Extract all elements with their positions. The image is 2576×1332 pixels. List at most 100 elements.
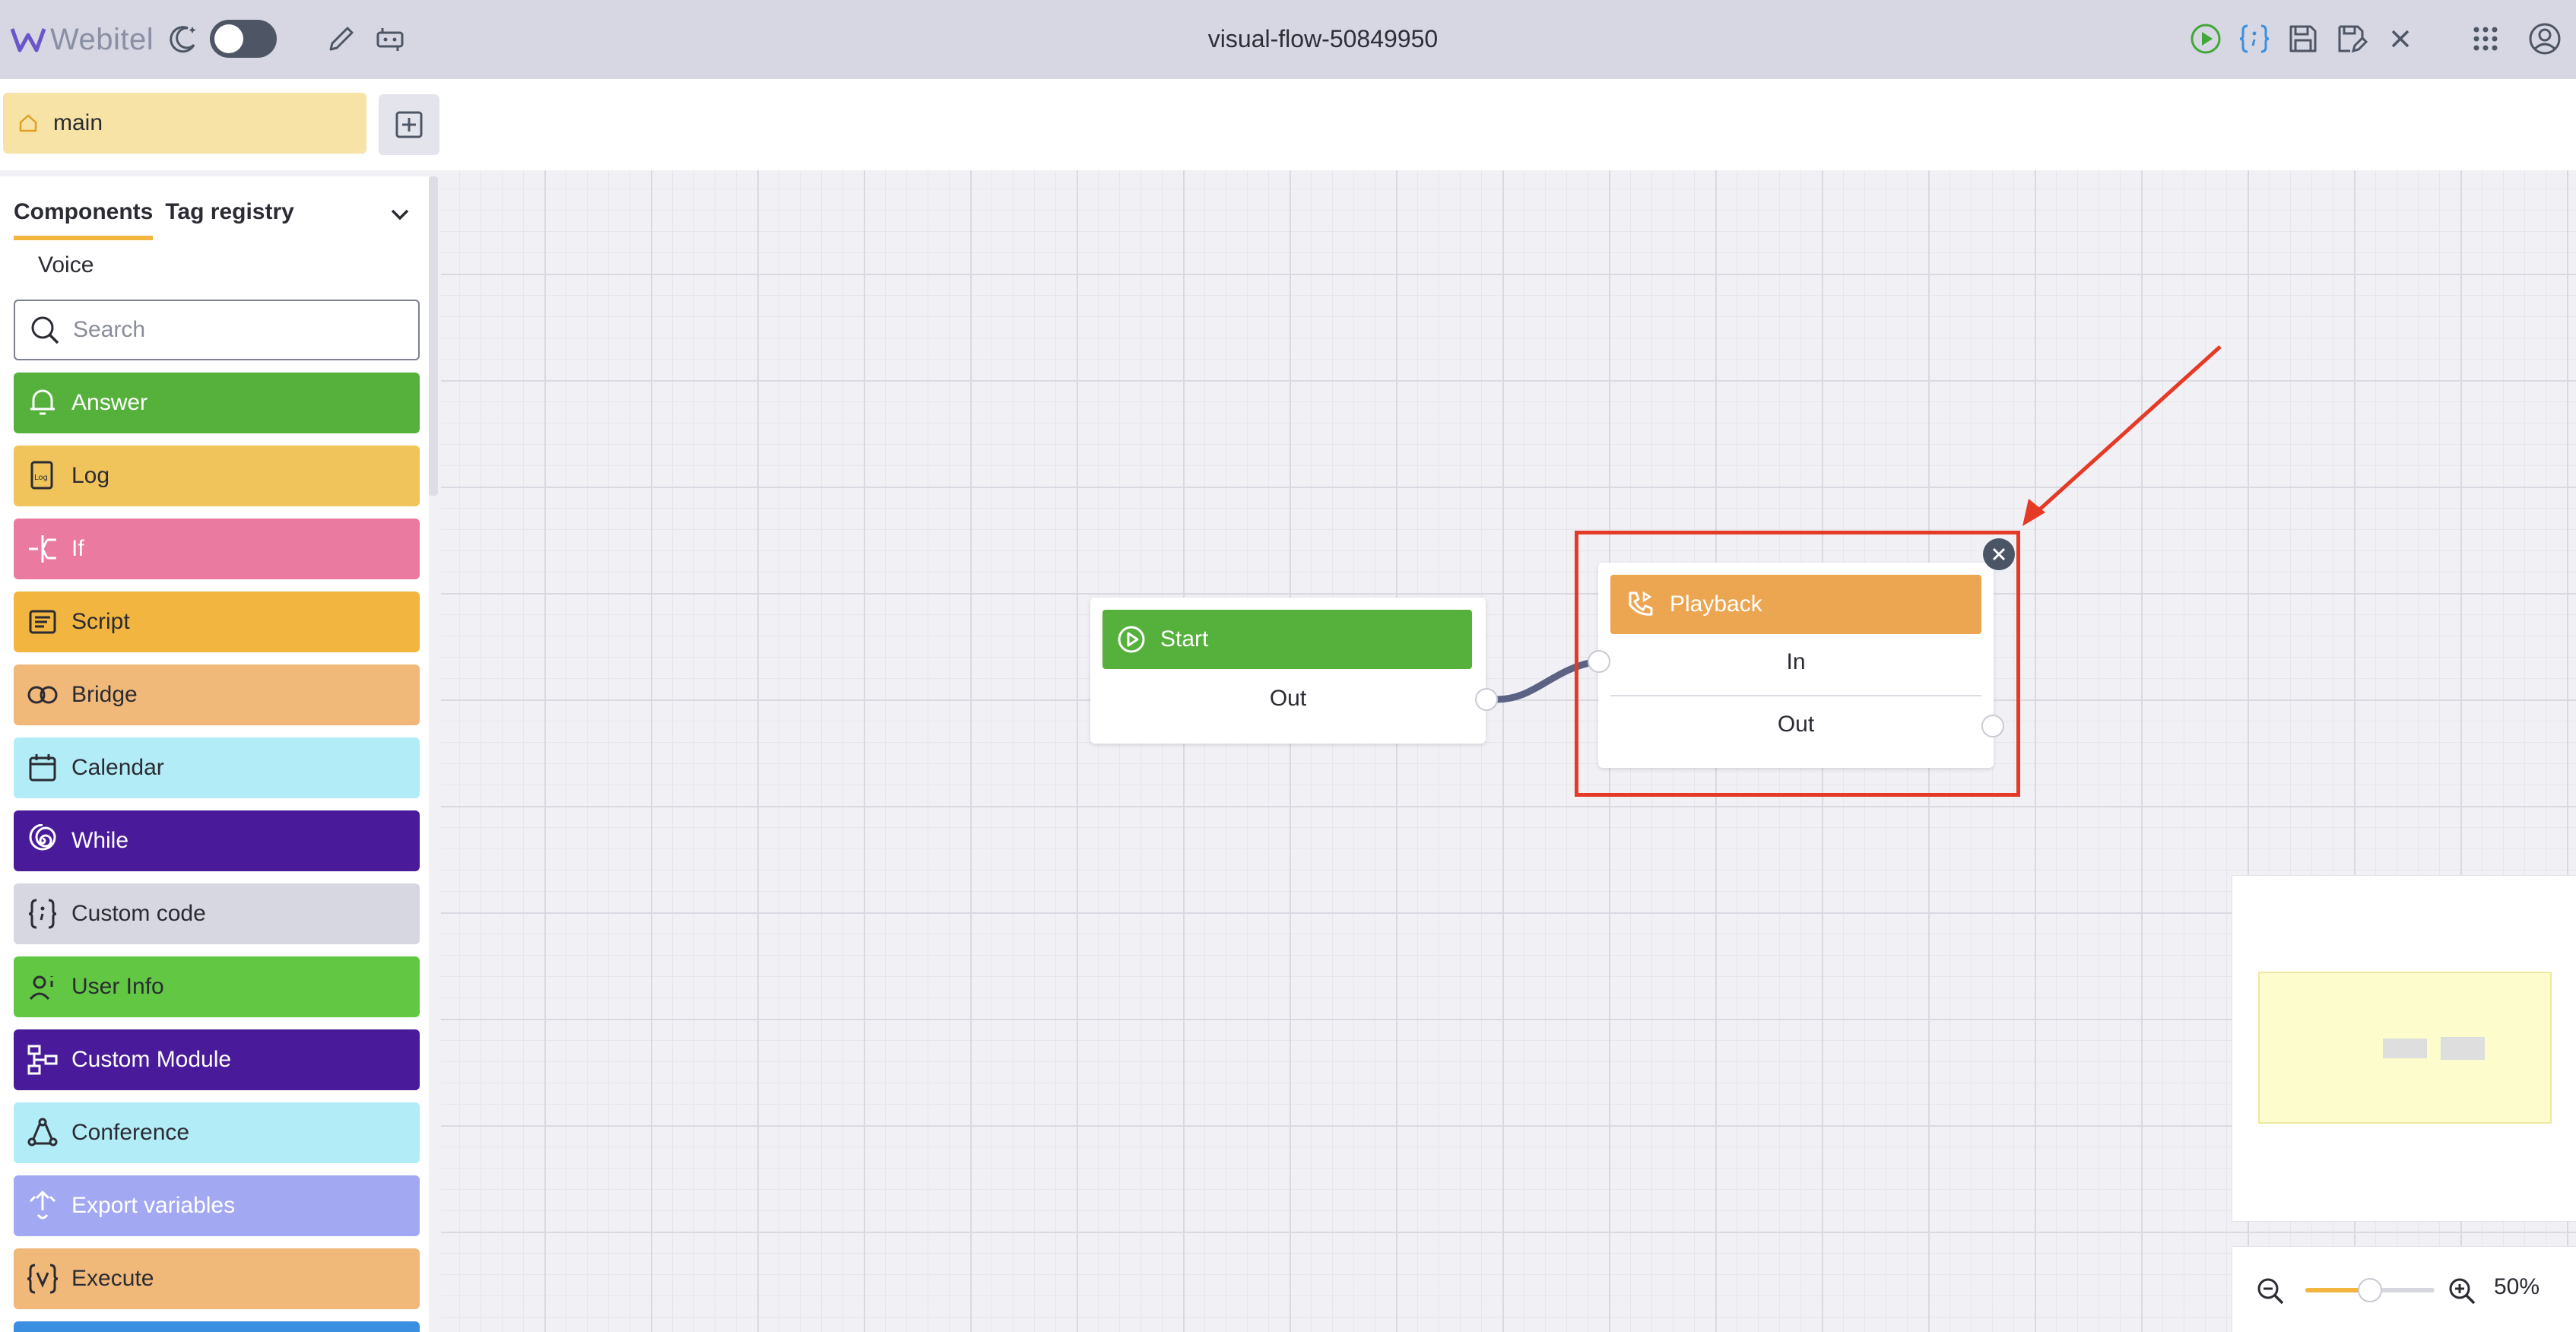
tab-components[interactable]: Components bbox=[14, 193, 154, 240]
component-custom-code[interactable]: Custom code bbox=[14, 883, 420, 944]
playback-in-label: In bbox=[1786, 649, 1806, 674]
component-search[interactable] bbox=[14, 300, 420, 360]
theme-toggle[interactable] bbox=[210, 20, 277, 58]
playback-out-label: Out bbox=[1777, 712, 1815, 737]
pencil-icon[interactable] bbox=[321, 18, 362, 59]
account-icon[interactable] bbox=[2524, 18, 2565, 59]
component-label: Custom code bbox=[71, 901, 206, 926]
component-label: Custom Module bbox=[71, 1047, 232, 1072]
braces-icon bbox=[26, 897, 59, 931]
logo-text: Webitel bbox=[50, 22, 154, 56]
component-partial[interactable] bbox=[14, 1321, 420, 1332]
component-label: While bbox=[71, 828, 129, 853]
playback-node-title: Playback bbox=[1670, 591, 1762, 617]
component-export-variables[interactable]: Export variables bbox=[14, 1175, 420, 1236]
plus-square-icon bbox=[395, 111, 423, 138]
start-node-header[interactable]: Start bbox=[1102, 610, 1472, 669]
user-info-icon bbox=[26, 970, 59, 1004]
component-script[interactable]: Script bbox=[14, 591, 420, 652]
start-node[interactable]: Start Out bbox=[1090, 598, 1486, 744]
apps-grid-icon[interactable] bbox=[2465, 18, 2506, 59]
theme-moon-icon[interactable] bbox=[163, 18, 204, 59]
start-out-label: Out bbox=[1269, 686, 1307, 711]
execute-icon bbox=[26, 1262, 59, 1296]
zoom-slider[interactable] bbox=[2305, 1278, 2435, 1302]
close-icon bbox=[1992, 547, 2006, 561]
component-label: Export variables bbox=[71, 1193, 236, 1218]
play-circle-icon bbox=[1118, 626, 1145, 653]
playback-node-header[interactable]: Playback bbox=[1610, 575, 1981, 634]
search-input[interactable] bbox=[73, 317, 408, 343]
search-icon bbox=[31, 316, 59, 344]
component-label: Log bbox=[71, 463, 110, 488]
script-icon bbox=[26, 605, 59, 639]
remove-node-button[interactable] bbox=[1983, 538, 2015, 570]
app-header: Webitel visual-flow-50849950 bbox=[0, 0, 2576, 79]
toggle-knob bbox=[214, 24, 243, 53]
minimap-viewport[interactable] bbox=[2258, 972, 2552, 1124]
log-icon: Log bbox=[26, 459, 59, 493]
component-conference[interactable]: Conference bbox=[14, 1102, 420, 1163]
svg-text:Log: Log bbox=[34, 474, 48, 482]
save-icon[interactable] bbox=[2283, 18, 2324, 59]
minimap-node-start bbox=[2383, 1039, 2427, 1058]
component-label: Script bbox=[71, 609, 130, 634]
zoom-level: 50% bbox=[2494, 1274, 2540, 1299]
module-icon bbox=[26, 1043, 59, 1077]
save-as-icon[interactable] bbox=[2331, 18, 2372, 59]
branch-icon bbox=[26, 532, 59, 566]
export-icon bbox=[26, 1189, 59, 1223]
component-user-info[interactable]: User Info bbox=[14, 956, 420, 1017]
zoom-slider-thumb[interactable] bbox=[2358, 1278, 2382, 1302]
home-icon bbox=[19, 114, 37, 132]
zoom-in-icon[interactable] bbox=[2447, 1276, 2477, 1306]
run-icon[interactable] bbox=[2185, 18, 2226, 59]
minimap[interactable] bbox=[2232, 876, 2576, 1221]
zoom-out-icon[interactable] bbox=[2255, 1276, 2286, 1306]
component-if[interactable]: If bbox=[14, 519, 420, 579]
close-icon[interactable] bbox=[2380, 18, 2421, 59]
add-tab-button[interactable] bbox=[379, 94, 439, 155]
playback-divider bbox=[1610, 695, 1981, 696]
tab-tag-registry[interactable]: Tag registry bbox=[165, 193, 294, 240]
tab-main-label: main bbox=[53, 110, 103, 135]
webitel-logo[interactable]: Webitel bbox=[11, 20, 154, 59]
playback-in-port[interactable] bbox=[1588, 650, 1610, 673]
component-execute[interactable]: Execute bbox=[14, 1248, 420, 1309]
bell-icon bbox=[26, 386, 59, 420]
panel-scrollbar[interactable] bbox=[429, 176, 438, 496]
component-while[interactable]: While bbox=[14, 810, 420, 871]
flow-settings-icon[interactable] bbox=[370, 18, 411, 59]
panel-tabs: Components Tag registry bbox=[14, 193, 294, 248]
component-bridge[interactable]: Bridge bbox=[14, 664, 420, 725]
start-node-title: Start bbox=[1160, 626, 1209, 652]
chevron-down-icon[interactable] bbox=[385, 199, 415, 230]
bridge-icon bbox=[26, 678, 59, 712]
component-calendar[interactable]: Calendar bbox=[14, 737, 420, 798]
zoom-control: 50% bbox=[2232, 1247, 2576, 1332]
minimap-node-playback bbox=[2441, 1037, 2485, 1060]
component-log[interactable]: Log Log bbox=[14, 446, 420, 506]
flow-title: visual-flow-50849950 bbox=[1207, 25, 1439, 52]
component-label: Bridge bbox=[71, 682, 138, 707]
phone-playback-icon bbox=[1629, 591, 1653, 616]
component-custom-module[interactable]: Custom Module bbox=[14, 1029, 420, 1090]
tab-main[interactable]: main bbox=[3, 93, 366, 154]
flow-tab-bar: main bbox=[0, 79, 2576, 170]
spiral-icon bbox=[26, 824, 59, 858]
conference-icon bbox=[26, 1116, 59, 1150]
playback-out-port[interactable] bbox=[1981, 715, 2004, 737]
playback-node[interactable]: Playback In Out bbox=[1598, 563, 1994, 768]
component-label: User Info bbox=[71, 974, 164, 999]
start-out-port[interactable] bbox=[1475, 688, 1498, 711]
component-label: Answer bbox=[71, 390, 148, 415]
component-answer[interactable]: Answer bbox=[14, 373, 420, 433]
component-label: Conference bbox=[71, 1120, 190, 1145]
json-code-icon[interactable] bbox=[2234, 18, 2275, 59]
component-label: If bbox=[71, 536, 84, 561]
calendar-icon bbox=[26, 751, 59, 785]
component-label: Calendar bbox=[71, 755, 164, 780]
webitel-logo-icon bbox=[11, 28, 46, 52]
group-label-voice: Voice bbox=[38, 252, 94, 278]
component-label: Execute bbox=[71, 1266, 154, 1291]
